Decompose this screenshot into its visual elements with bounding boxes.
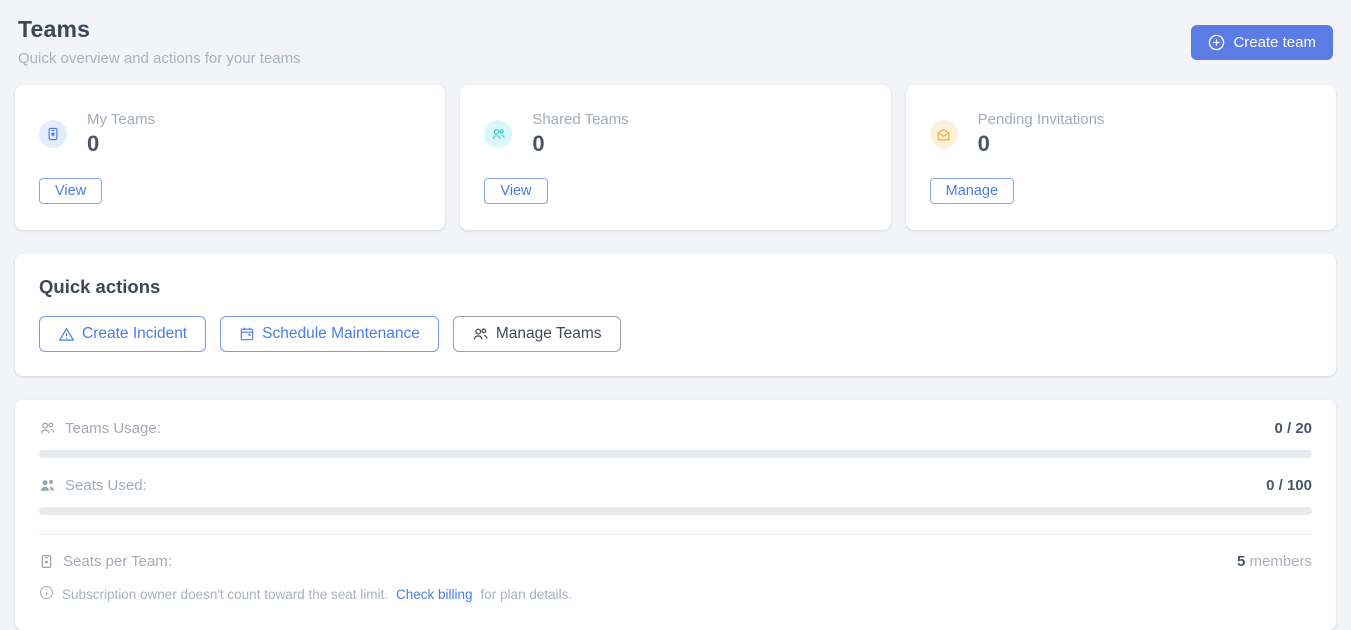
stat-card-pending-invitations: Pending Invitations 0 Manage [906,85,1336,230]
seats-used-label-group: Seats Used: [39,477,147,494]
stat-text: Shared Teams 0 [532,111,628,157]
seats-used-row: Seats Used: 0 / 100 [39,477,1312,494]
manage-invitations-button[interactable]: Manage [930,178,1014,204]
stat-text: My Teams 0 [87,111,155,157]
quick-actions-title: Quick actions [39,276,1312,298]
users-filled-icon [39,477,56,494]
manage-teams-button[interactable]: Manage Teams [453,316,621,352]
teams-page: Teams Quick overview and actions for you… [0,0,1351,630]
mail-open-icon [930,120,958,148]
teams-usage-value: 0 / 20 [1274,420,1312,437]
page-title: Teams [18,16,301,43]
note-text-before: Subscription owner doesn't count toward … [62,587,388,602]
plus-circle-icon [1208,34,1225,51]
teams-usage-row: Teams Usage: 0 / 20 [39,420,1312,437]
seat-limit-note: Subscription owner doesn't count toward … [39,585,1312,603]
create-team-button[interactable]: Create team [1191,25,1333,60]
info-circle-icon [39,585,54,603]
stat-value: 0 [532,131,628,157]
users-outline-icon [39,420,56,437]
schedule-maintenance-button[interactable]: Schedule Maintenance [220,316,439,352]
stat-card-my-teams: My Teams 0 View [15,85,445,230]
create-incident-button[interactable]: Create Incident [39,316,206,352]
page-header-text: Teams Quick overview and actions for you… [18,16,301,67]
stat-card-grid: My Teams 0 View Shared Teams [15,85,1336,230]
usage-divider [39,534,1312,535]
users-icon [472,326,489,343]
stat-text: Pending Invitations 0 [978,111,1105,157]
create-team-label: Create team [1233,34,1316,51]
view-shared-teams-button[interactable]: View [484,178,547,204]
stat-value: 0 [87,131,155,157]
page-header: Teams Quick overview and actions for you… [15,14,1336,67]
teams-usage-label: Teams Usage: [65,420,161,437]
id-badge-icon [39,554,54,569]
id-badge-icon [39,120,67,148]
stat-card-top: My Teams 0 [39,111,421,157]
stat-label: Pending Invitations [978,111,1105,128]
schedule-maintenance-label: Schedule Maintenance [262,325,420,343]
teams-usage-progress [39,450,1312,458]
quick-actions-buttons: Create Incident Schedule Maintenance [39,316,1312,352]
quick-actions-card: Quick actions Create Incident [15,254,1336,376]
stat-label: Shared Teams [532,111,628,128]
seats-per-team-number: 5 [1237,553,1245,570]
stat-card-top: Shared Teams 0 [484,111,866,157]
seats-used-value: 0 / 100 [1266,477,1312,494]
check-billing-link[interactable]: Check billing [396,587,473,602]
seats-per-team-value: 5 members [1237,553,1312,570]
stat-value: 0 [978,131,1105,157]
manage-teams-label: Manage Teams [496,325,602,343]
seats-per-team-label-group: Seats per Team: [39,553,172,570]
seats-per-team-row: Seats per Team: 5 members [39,553,1312,570]
calendar-icon [239,326,255,342]
warning-triangle-icon [58,326,75,343]
teams-usage-label-group: Teams Usage: [39,420,161,437]
seats-used-label: Seats Used: [65,477,147,494]
stat-card-top: Pending Invitations 0 [930,111,1312,157]
users-icon [484,120,512,148]
view-my-teams-button[interactable]: View [39,178,102,204]
usage-card: Teams Usage: 0 / 20 Seats Used: 0 / 100 [15,400,1336,630]
create-incident-label: Create Incident [82,325,187,343]
seats-per-team-suffix: members [1249,553,1312,570]
page-subtitle: Quick overview and actions for your team… [18,50,301,67]
stat-label: My Teams [87,111,155,128]
note-text-after: for plan details. [481,587,573,602]
stat-card-shared-teams: Shared Teams 0 View [460,85,890,230]
seats-used-progress [39,507,1312,515]
seats-per-team-label: Seats per Team: [63,553,172,570]
